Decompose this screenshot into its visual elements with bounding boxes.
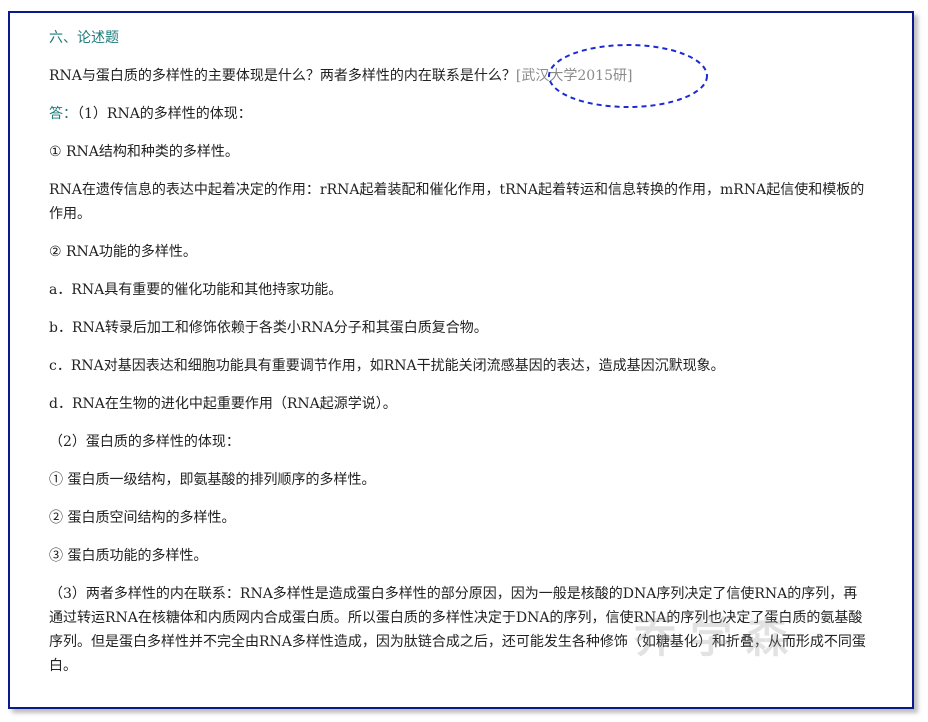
answer-paragraph: （2）蛋白质的多样性的体现： bbox=[49, 434, 240, 450]
annotation-oval bbox=[548, 44, 708, 108]
section-title: 六、论述题 bbox=[49, 30, 119, 46]
question-text: RNA与蛋白质的多样性的主要体现是什么？两者多样性的内在联系是什么？[武汉大学2… bbox=[49, 64, 869, 88]
answer-paragraph: ① 蛋白质一级结构，即氨基酸的排列顺序的多样性。 bbox=[49, 472, 376, 488]
answer-paragraph: d．RNA在生物的进化中起重要作用（RNA起源学说）。 bbox=[49, 396, 397, 412]
question-body: RNA与蛋白质的多样性的主要体现是什么？两者多样性的内在联系是什么？ bbox=[49, 68, 516, 84]
answer-paragraph: ② RNA功能的多样性。 bbox=[49, 244, 197, 260]
answer-label: 答： bbox=[49, 106, 77, 122]
answer-paragraph: ① RNA结构和种类的多样性。 bbox=[49, 144, 239, 160]
answer-paragraph: b．RNA转录后加工和修饰依赖于各类小RNA分子和其蛋白质复合物。 bbox=[49, 320, 488, 336]
answer-intro-text: （1）RNA的多样性的体现： bbox=[77, 106, 252, 122]
answer-paragraph: RNA在遗传信息的表达中起着决定的作用：rRNA起着装配和催化作用，tRNA起着… bbox=[49, 182, 865, 222]
document-content: 六、论述题 RNA与蛋白质的多样性的主要体现是什么？两者多样性的内在联系是什么？… bbox=[49, 26, 869, 692]
answer-paragraph: c．RNA对基因表达和细胞功能具有重要调节作用，如RNA干扰能关闭流感基因的表达… bbox=[49, 358, 725, 374]
answer-intro: 答：（1）RNA的多样性的体现： bbox=[49, 102, 869, 126]
answer-paragraph: ② 蛋白质空间结构的多样性。 bbox=[49, 510, 236, 526]
answer-paragraph: ③ 蛋白质功能的多样性。 bbox=[49, 548, 208, 564]
answer-paragraph: a．RNA具有重要的催化功能和其他持家功能。 bbox=[49, 282, 343, 298]
watermark: 乔学森 bbox=[634, 613, 803, 662]
